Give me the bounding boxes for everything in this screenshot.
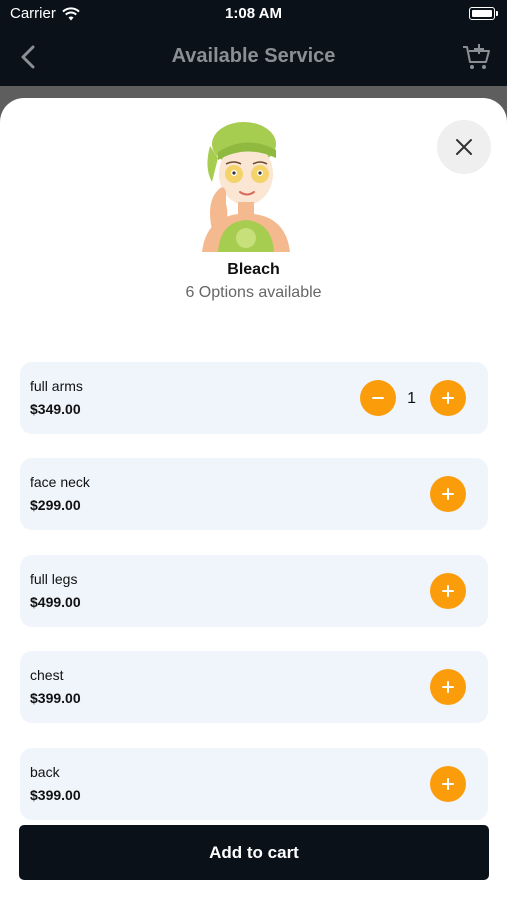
nav-title: Available Service — [171, 45, 336, 67]
service-illustration — [202, 122, 290, 252]
close-button[interactable] — [437, 120, 491, 174]
status-time: 1:08 AM — [225, 5, 282, 22]
add-option-button[interactable] — [430, 669, 466, 705]
nav-bar: Available Service — [0, 28, 507, 86]
option-card: face neck $299.00 — [20, 458, 488, 530]
close-icon — [456, 139, 472, 155]
plus-icon — [442, 778, 454, 790]
quantity-value: 1 — [407, 390, 416, 407]
option-name: full legs — [30, 571, 78, 587]
option-price: $349.00 — [30, 401, 81, 417]
option-name: full arms — [30, 378, 83, 394]
battery-icon — [469, 7, 498, 20]
option-price: $399.00 — [30, 690, 81, 706]
decrease-button[interactable] — [360, 380, 396, 416]
cart-add-icon[interactable] — [461, 42, 491, 72]
minus-icon — [372, 397, 384, 399]
add-option-button[interactable] — [430, 476, 466, 512]
plus-icon — [442, 585, 454, 597]
plus-icon — [442, 488, 454, 500]
option-name: face neck — [30, 474, 90, 490]
option-name: back — [30, 764, 60, 780]
increase-button[interactable] — [430, 380, 466, 416]
plus-icon — [442, 681, 454, 693]
option-card: full arms $349.00 1 — [20, 362, 488, 434]
add-option-button[interactable] — [430, 766, 466, 802]
add-option-button[interactable] — [430, 573, 466, 609]
option-card: back $399.00 — [20, 748, 488, 820]
option-card: chest $399.00 — [20, 651, 488, 723]
option-card: full legs $499.00 — [20, 555, 488, 627]
option-name: chest — [30, 667, 64, 683]
add-to-cart-button[interactable]: Add to cart — [19, 825, 489, 880]
service-sheet: Bleach 6 Options available full arms $34… — [0, 98, 507, 900]
plus-icon — [442, 392, 454, 404]
option-price: $299.00 — [30, 497, 81, 513]
status-bar: Carrier 1:08 AM — [0, 0, 507, 28]
option-price: $399.00 — [30, 787, 81, 803]
option-price: $499.00 — [30, 594, 81, 610]
options-count: 6 Options available — [185, 284, 322, 301]
service-name: Bleach — [227, 261, 280, 278]
